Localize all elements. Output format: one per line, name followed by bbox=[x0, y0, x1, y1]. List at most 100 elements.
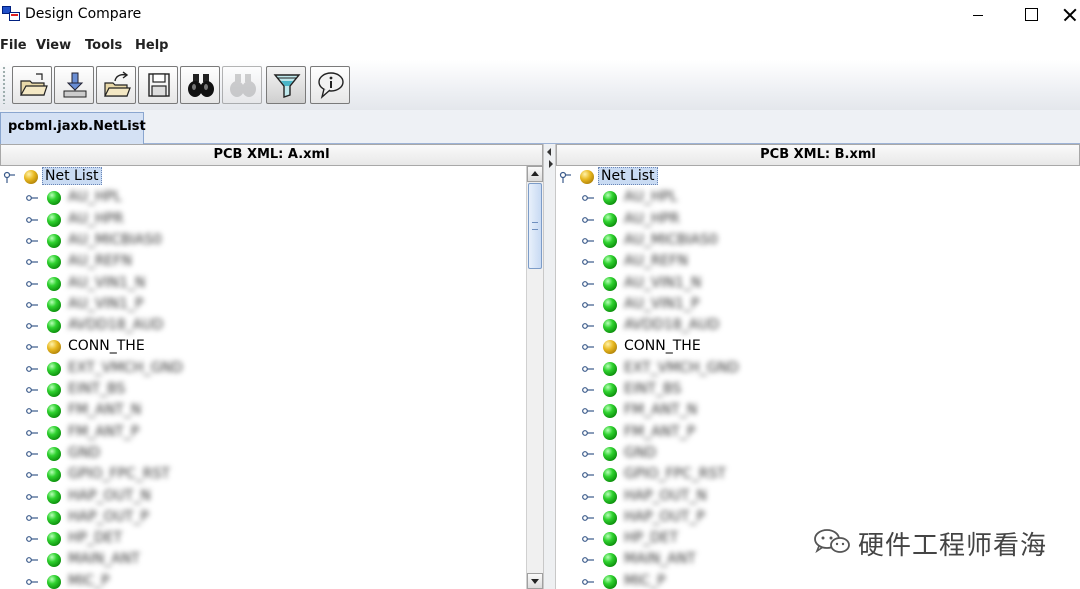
expand-handle-icon[interactable] bbox=[582, 405, 594, 417]
expand-handle-icon[interactable] bbox=[582, 469, 594, 481]
split-divider[interactable] bbox=[543, 144, 556, 589]
expand-handle-icon[interactable] bbox=[26, 554, 38, 566]
tree-node[interactable]: AU_HPR bbox=[556, 209, 856, 230]
tree-node[interactable]: GPIO_FPC_RST bbox=[0, 464, 300, 485]
tree-node[interactable]: EXT_VMCH_GND bbox=[556, 358, 856, 379]
expand-handle-icon[interactable] bbox=[582, 256, 594, 268]
tree-node[interactable]: HAP_OUT_N bbox=[0, 486, 300, 507]
expand-handle-icon[interactable] bbox=[26, 320, 38, 332]
expand-handle-icon[interactable] bbox=[3, 171, 15, 183]
expand-handle-icon[interactable] bbox=[582, 512, 594, 524]
tree-node[interactable]: AU_HPR bbox=[0, 209, 300, 230]
expand-handle-icon[interactable] bbox=[582, 192, 594, 204]
expand-handle-icon[interactable] bbox=[26, 256, 38, 268]
expand-handle-icon[interactable] bbox=[582, 427, 594, 439]
expand-handle-icon[interactable] bbox=[26, 427, 38, 439]
expand-handle-icon[interactable] bbox=[582, 341, 594, 353]
tree-node[interactable]: HP_DET bbox=[0, 528, 300, 549]
expand-handle-icon[interactable] bbox=[26, 491, 38, 503]
menu-help[interactable]: Help bbox=[135, 38, 168, 53]
open-button[interactable] bbox=[12, 66, 52, 104]
tree-node[interactable]: AU_VIN1_N bbox=[0, 273, 300, 294]
scroll-thumb[interactable] bbox=[528, 183, 542, 269]
tree-node[interactable]: FM_ANT_P bbox=[0, 422, 300, 443]
expand-handle-icon[interactable] bbox=[26, 214, 38, 226]
save-button[interactable] bbox=[138, 66, 178, 104]
expand-handle-icon[interactable] bbox=[559, 171, 571, 183]
menu-tools[interactable]: Tools bbox=[85, 38, 122, 53]
expand-handle-icon[interactable] bbox=[582, 448, 594, 460]
find-button[interactable] bbox=[180, 66, 220, 104]
tree-node[interactable]: CONN_THE bbox=[0, 336, 300, 357]
collapse-left-icon[interactable] bbox=[547, 148, 551, 156]
expand-handle-icon[interactable] bbox=[26, 363, 38, 375]
tree-node[interactable]: AU_MICBIAS0 bbox=[556, 230, 856, 251]
tree-node[interactable]: HAP_OUT_P bbox=[0, 507, 300, 528]
tree-node[interactable]: FM_ANT_P bbox=[556, 422, 856, 443]
expand-handle-icon[interactable] bbox=[26, 278, 38, 290]
maximize-icon[interactable] bbox=[1008, 0, 1054, 30]
expand-handle-icon[interactable] bbox=[26, 235, 38, 247]
tab-netlist[interactable]: pcbml.jaxb.NetList bbox=[0, 112, 146, 144]
minimize-icon[interactable] bbox=[955, 0, 1001, 30]
expand-handle-icon[interactable] bbox=[26, 512, 38, 524]
tree-node[interactable]: GND bbox=[556, 443, 856, 464]
expand-handle-icon[interactable] bbox=[26, 299, 38, 311]
find-next-button[interactable] bbox=[222, 66, 262, 104]
expand-handle-icon[interactable] bbox=[582, 278, 594, 290]
tree-node[interactable]: GND bbox=[0, 443, 300, 464]
expand-handle-icon[interactable] bbox=[582, 299, 594, 311]
expand-handle-icon[interactable] bbox=[26, 405, 38, 417]
tree-node[interactable]: CONN_THE bbox=[556, 336, 856, 357]
expand-handle-icon[interactable] bbox=[26, 384, 38, 396]
tree-node[interactable]: AU_VIN1_N bbox=[556, 273, 856, 294]
close-icon[interactable] bbox=[1056, 0, 1080, 30]
tree-root[interactable]: Net List bbox=[556, 166, 856, 187]
tree-node[interactable]: GPIO_FPC_RST bbox=[556, 464, 856, 485]
menu-file[interactable]: File bbox=[0, 38, 27, 53]
tree-node[interactable]: FM_ANT_N bbox=[0, 400, 300, 421]
expand-handle-icon[interactable] bbox=[582, 235, 594, 247]
expand-handle-icon[interactable] bbox=[26, 469, 38, 481]
expand-handle-icon[interactable] bbox=[582, 533, 594, 545]
tree-node[interactable]: AU_HPL bbox=[0, 187, 300, 208]
tree-node[interactable]: MAIN_ANT bbox=[0, 549, 300, 570]
tree-node[interactable]: AU_MICBIAS0 bbox=[0, 230, 300, 251]
import-button[interactable] bbox=[54, 66, 94, 104]
tree-node[interactable]: AU_REFN bbox=[556, 251, 856, 272]
tree-node[interactable]: AU_VIN1_P bbox=[556, 294, 856, 315]
expand-handle-icon[interactable] bbox=[582, 320, 594, 332]
left-scrollbar[interactable] bbox=[526, 166, 543, 589]
scroll-down-icon[interactable] bbox=[527, 573, 543, 589]
tree-node[interactable]: AVDD18_AUD bbox=[556, 315, 856, 336]
export-button[interactable] bbox=[96, 66, 136, 104]
expand-handle-icon[interactable] bbox=[582, 491, 594, 503]
tree-root-label[interactable]: Net List bbox=[598, 167, 658, 185]
expand-handle-icon[interactable] bbox=[26, 448, 38, 460]
filter-button[interactable] bbox=[266, 66, 306, 104]
expand-handle-icon[interactable] bbox=[26, 341, 38, 353]
tree-node[interactable]: AU_REFN bbox=[0, 251, 300, 272]
expand-handle-icon[interactable] bbox=[26, 533, 38, 545]
tree-node[interactable]: AU_HPL bbox=[556, 187, 856, 208]
toolbar-grip[interactable] bbox=[2, 66, 6, 104]
tree-node[interactable]: MIC_P bbox=[556, 571, 856, 589]
expand-handle-icon[interactable] bbox=[26, 576, 38, 588]
info-button[interactable] bbox=[310, 66, 350, 104]
tree-node[interactable]: AU_VIN1_P bbox=[0, 294, 300, 315]
tree-node[interactable]: MIC_P bbox=[0, 571, 300, 589]
menu-view[interactable]: View bbox=[36, 38, 71, 53]
expand-handle-icon[interactable] bbox=[582, 214, 594, 226]
expand-handle-icon[interactable] bbox=[582, 554, 594, 566]
expand-handle-icon[interactable] bbox=[582, 384, 594, 396]
collapse-right-icon[interactable] bbox=[549, 160, 553, 168]
scroll-up-icon[interactable] bbox=[527, 166, 543, 182]
tree-node[interactable]: HAP_OUT_N bbox=[556, 486, 856, 507]
tree-root-label[interactable]: Net List bbox=[42, 167, 102, 185]
tree-node[interactable]: EXT_VMCH_GND bbox=[0, 358, 300, 379]
expand-handle-icon[interactable] bbox=[26, 192, 38, 204]
tree-node[interactable]: EINT_BS bbox=[0, 379, 300, 400]
tree-node[interactable]: EINT_BS bbox=[556, 379, 856, 400]
tree-node[interactable]: AVDD18_AUD bbox=[0, 315, 300, 336]
tree-node[interactable]: FM_ANT_N bbox=[556, 400, 856, 421]
